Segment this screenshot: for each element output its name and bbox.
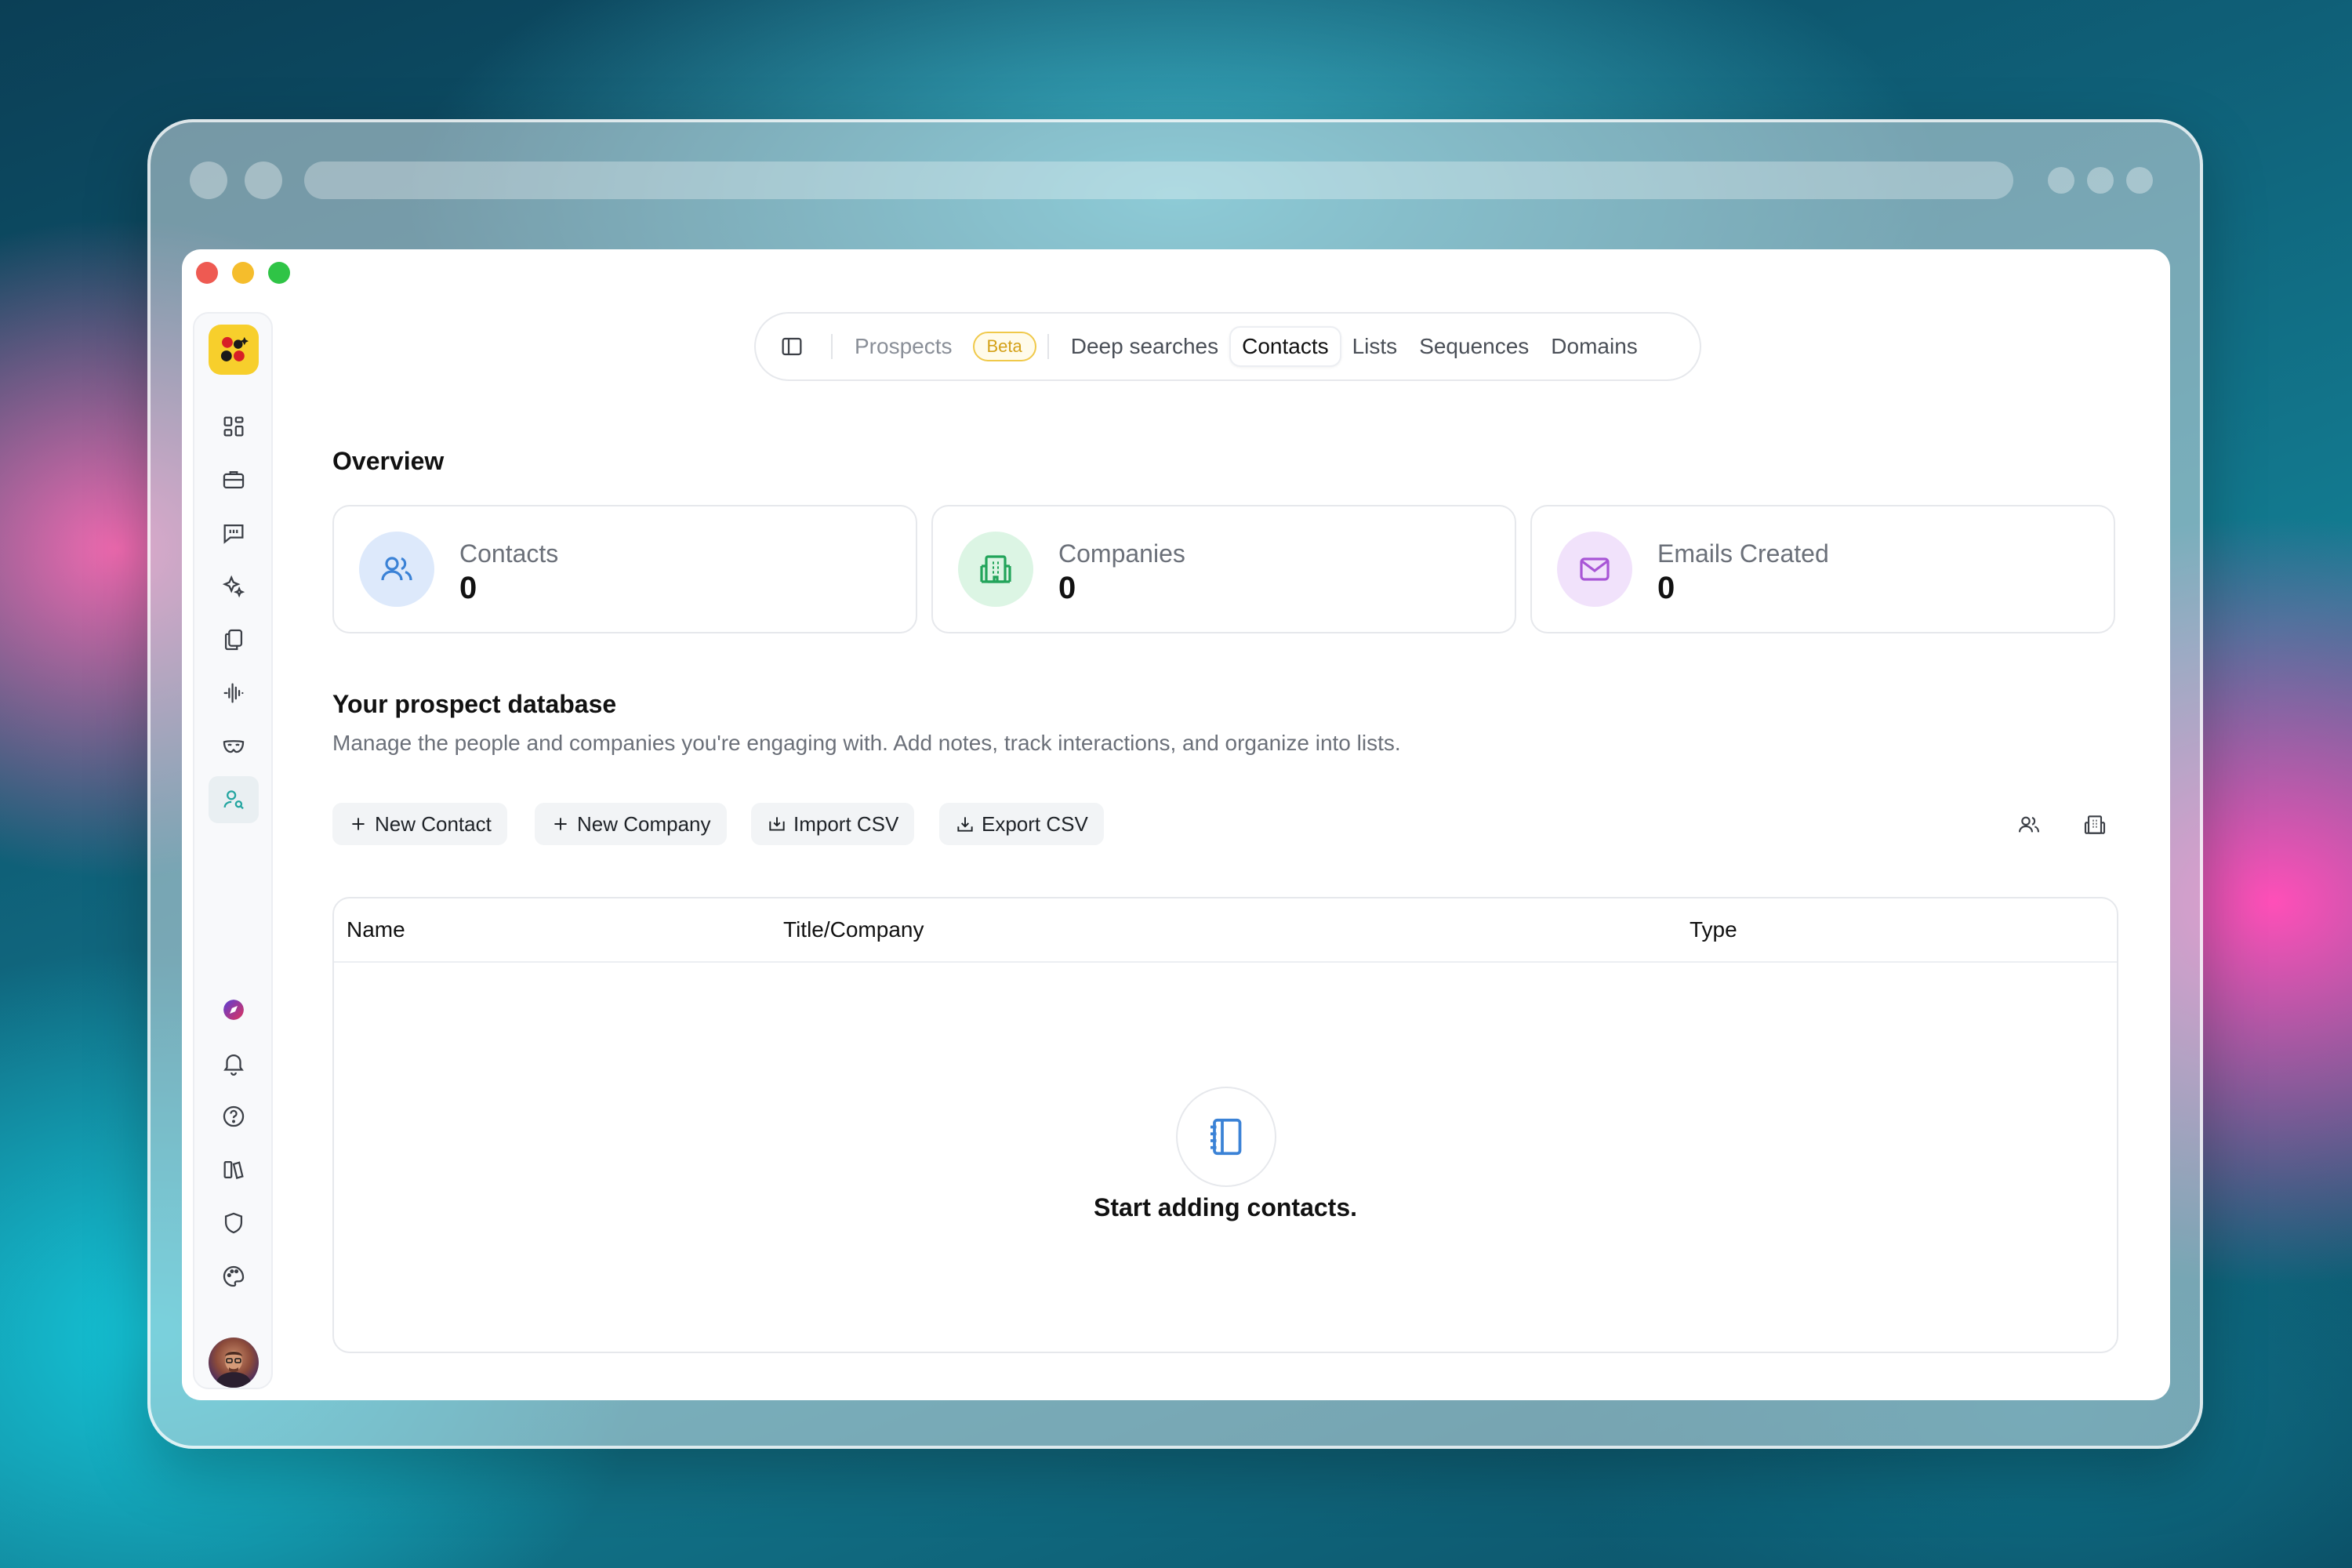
database-heading: Your prospect database — [332, 690, 617, 718]
frame-dot — [2087, 167, 2114, 194]
new-contact-button[interactable]: New Contact — [332, 803, 507, 845]
tab-prospects[interactable]: Prospects — [844, 328, 964, 365]
export-csv-label: Export CSV — [982, 811, 1088, 836]
address-book-icon — [1176, 1087, 1276, 1187]
mail-icon — [1557, 532, 1632, 607]
contacts-table: Name Title/Company Type Start adding con… — [332, 897, 2118, 1353]
contact-search-icon[interactable] — [209, 776, 259, 823]
column-type[interactable]: Type — [1690, 917, 1737, 942]
new-company-button[interactable]: New Company — [535, 803, 727, 845]
users-icon — [359, 532, 434, 607]
app-window: Prospects Beta Deep searches Contacts Li… — [182, 249, 2170, 1400]
filter-contacts-icon[interactable] — [2009, 804, 2049, 845]
briefcase-icon[interactable] — [209, 456, 259, 503]
compass-icon[interactable] — [209, 986, 259, 1033]
maximize-window-button[interactable] — [268, 262, 290, 284]
contacts-stat-card: Contacts 0 — [332, 505, 917, 633]
app-logo[interactable] — [209, 325, 259, 375]
minimize-window-button[interactable] — [232, 262, 254, 284]
empty-state-text: Start adding contacts. — [1093, 1193, 1358, 1221]
emails-stat-label: Emails Created — [1657, 539, 1829, 568]
plus-icon — [554, 818, 567, 830]
export-csv-button[interactable]: Export CSV — [939, 803, 1104, 845]
help-icon[interactable] — [209, 1093, 259, 1140]
import-csv-label: Import CSV — [793, 811, 899, 836]
companies-stat-card: Companies 0 — [931, 505, 1516, 633]
companies-stat-label: Companies — [1058, 539, 1185, 568]
sidebar — [193, 312, 273, 1389]
shield-icon[interactable] — [209, 1200, 259, 1247]
tab-domains[interactable]: Domains — [1540, 328, 1648, 365]
tab-deep-searches[interactable]: Deep searches — [1060, 328, 1229, 365]
beta-badge: Beta — [972, 332, 1036, 361]
close-window-button[interactable] — [196, 262, 218, 284]
table-header: Name Title/Company Type — [334, 898, 2117, 963]
frame-dot — [2126, 167, 2153, 194]
companies-stat-value: 0 — [1058, 571, 1076, 605]
new-company-label: New Company — [577, 811, 711, 836]
plus-icon — [352, 818, 365, 830]
emails-stat-card: Emails Created 0 — [1530, 505, 2115, 633]
documents-icon[interactable] — [209, 616, 259, 663]
filter-companies-icon[interactable] — [2074, 804, 2115, 845]
avatar-portrait — [216, 1351, 251, 1388]
column-name[interactable]: Name — [347, 917, 405, 942]
tab-lists[interactable]: Lists — [1341, 328, 1409, 365]
frame-dot — [245, 162, 282, 199]
library-icon[interactable] — [209, 1146, 259, 1193]
emails-stat-value: 0 — [1657, 571, 1675, 605]
download-icon — [957, 817, 973, 832]
contacts-stat-value: 0 — [459, 571, 477, 605]
frame-address-bar — [304, 162, 2013, 199]
top-navigation: Prospects Beta Deep searches Contacts Li… — [754, 312, 1701, 381]
overview-heading: Overview — [332, 447, 445, 475]
divider — [1047, 334, 1049, 359]
dashboard-icon[interactable] — [209, 403, 259, 450]
user-avatar[interactable] — [209, 1338, 259, 1388]
contacts-stat-label: Contacts — [459, 539, 559, 568]
sparkles-icon[interactable] — [209, 563, 259, 610]
logo-icon — [220, 336, 249, 361]
column-title-company[interactable]: Title/Company — [783, 917, 924, 942]
frame-dot — [2048, 167, 2074, 194]
mask-icon[interactable] — [209, 723, 259, 770]
palette-icon[interactable] — [209, 1253, 259, 1300]
chat-icon[interactable] — [209, 510, 259, 557]
tab-sequences[interactable]: Sequences — [1408, 328, 1540, 365]
new-contact-label: New Contact — [375, 811, 492, 836]
divider — [831, 334, 833, 359]
toggle-sidebar-icon[interactable] — [776, 331, 808, 362]
database-subtitle: Manage the people and companies you're e… — [332, 731, 1401, 755]
tab-contacts[interactable]: Contacts — [1229, 326, 1341, 367]
bell-icon[interactable] — [209, 1040, 259, 1087]
import-csv-button[interactable]: Import CSV — [751, 803, 915, 845]
import-icon — [769, 817, 785, 831]
building-icon — [958, 532, 1033, 607]
waveform-icon[interactable] — [209, 670, 259, 717]
frame-dot — [190, 162, 227, 199]
